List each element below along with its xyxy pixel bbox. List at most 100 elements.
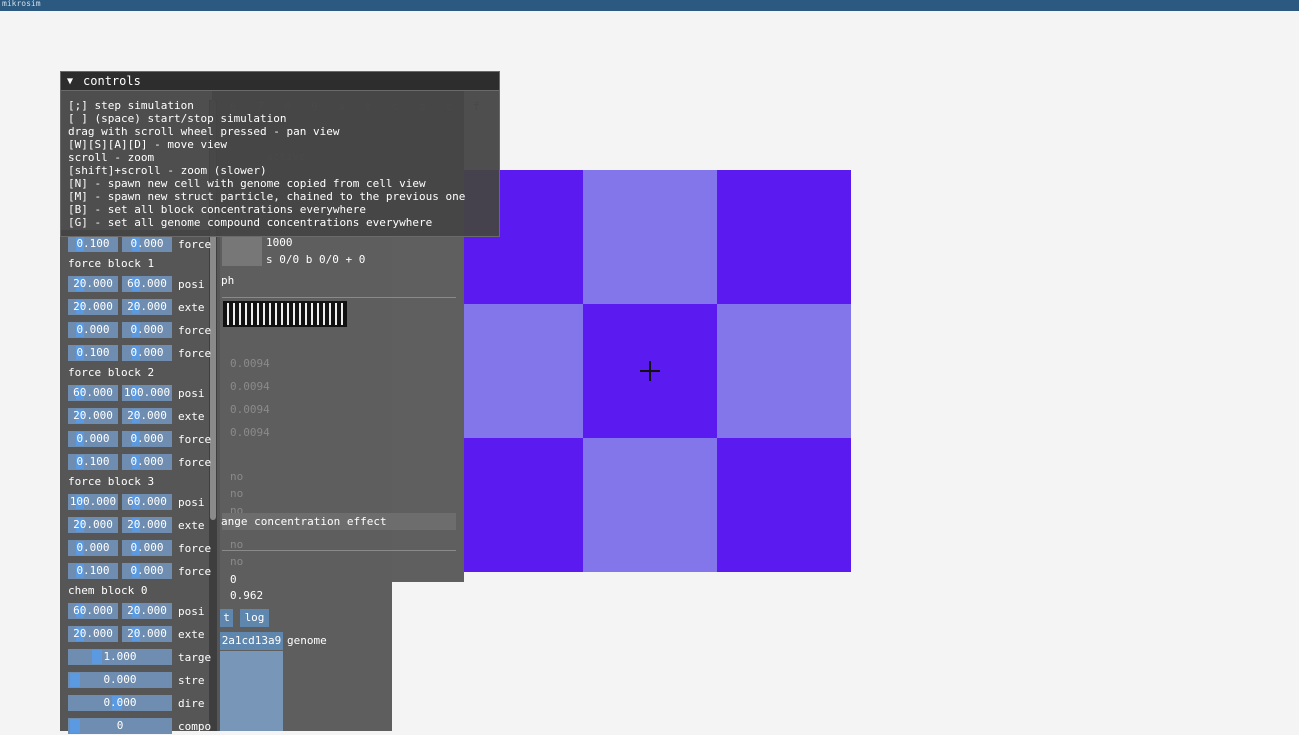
value-slider[interactable]: 100.000 <box>68 494 118 510</box>
slider-handle[interactable] <box>92 650 102 664</box>
value-slider[interactable]: 0.000 <box>122 431 172 447</box>
tile <box>717 438 851 572</box>
value-slider[interactable]: 20.000 <box>68 299 118 315</box>
param-row: 0.000 stre <box>68 671 205 689</box>
value-slider[interactable]: 0.000 <box>68 672 172 688</box>
param-row: 0.100 0.000 force <box>68 453 211 471</box>
slider-handle[interactable] <box>70 673 80 687</box>
param-row: 20.000 20.000 exte <box>68 625 205 643</box>
help-line: [ ] (space) start/stop simulation <box>68 112 287 125</box>
value-slider[interactable]: 20.000 <box>122 517 172 533</box>
graph-bar <box>311 303 313 325</box>
param-row: 60.000 100.000 posi <box>68 384 205 402</box>
slider-value: 20.000 <box>127 604 167 617</box>
slider-value: 20.000 <box>73 277 113 290</box>
param-label: posi <box>178 495 205 509</box>
log-button[interactable]: log <box>240 609 269 627</box>
help-line: scroll - zoom <box>68 151 155 164</box>
value-slider[interactable]: 0.100 <box>68 454 118 470</box>
value-slider[interactable]: 100.000 <box>122 385 172 401</box>
tile <box>463 438 583 572</box>
help-line: [M] - spawn new struct particle, chained… <box>68 190 466 203</box>
param-label: exte <box>178 627 205 641</box>
slider-value: 100.000 <box>69 495 117 508</box>
help-line: [;] step simulation <box>68 99 194 112</box>
value-slider[interactable]: 0.100 <box>68 236 118 252</box>
slider-value: 100.000 <box>123 386 171 399</box>
separator <box>222 550 456 551</box>
value-slider[interactable]: 0.000 <box>122 236 172 252</box>
slider-value: 60.000 <box>127 495 167 508</box>
value-slider[interactable]: 1.000 <box>68 649 172 665</box>
flag: no <box>230 538 244 551</box>
graph-bar <box>275 303 277 325</box>
collapse-triangle-icon[interactable]: ▼ <box>67 76 73 87</box>
value-slider[interactable]: 0.000 <box>68 695 172 711</box>
block-title: force block 3 <box>68 475 155 488</box>
genome-id-button[interactable]: 2a1cd13a9 <box>220 632 283 650</box>
value: 0.0094 <box>230 357 270 370</box>
value: 0.0094 <box>230 426 270 439</box>
slider-value: 0.000 <box>103 673 137 686</box>
t-button[interactable]: t <box>220 609 233 627</box>
graph-bar <box>293 303 295 325</box>
value-slider[interactable]: 20.000 <box>68 517 118 533</box>
value-slider[interactable]: 20.000 <box>68 626 118 642</box>
crosshair-icon <box>640 361 660 381</box>
param-label: exte <box>178 518 205 532</box>
value-slider[interactable]: 20.000 <box>122 603 172 619</box>
value-slider[interactable]: 60.000 <box>68 385 118 401</box>
value-slider[interactable]: 20.000 <box>122 408 172 424</box>
value-slider[interactable]: 20.000 <box>122 626 172 642</box>
slider-value: 0.000 <box>76 432 110 445</box>
tile <box>583 170 717 304</box>
param-label: force <box>178 237 212 251</box>
table-header-text: ange concentration effect <box>221 515 387 528</box>
value-slider[interactable]: 0.000 <box>68 540 118 556</box>
param-label: posi <box>178 604 205 618</box>
value-slider[interactable]: 60.000 <box>122 494 172 510</box>
slider-value: 60.000 <box>73 604 113 617</box>
controls-window[interactable]: ▼ controls [;] step simulation[ ] (space… <box>60 71 500 237</box>
param-label: posi <box>178 277 205 291</box>
param-row: 0.000 0.000 force <box>68 539 211 557</box>
value-slider[interactable]: 0.100 <box>68 563 118 579</box>
graph-bar <box>281 303 283 325</box>
block-title: chem block 0 <box>68 584 148 597</box>
value-slider[interactable]: 0.000 <box>122 345 172 361</box>
value-slider[interactable]: 0.000 <box>122 322 172 338</box>
value-slider[interactable]: 0.100 <box>68 345 118 361</box>
graph-bar <box>323 303 325 325</box>
value-slider[interactable]: 20.000 <box>68 276 118 292</box>
param-row: 60.000 20.000 posi <box>68 602 205 620</box>
value-slider[interactable]: 0.000 <box>122 563 172 579</box>
value-slider[interactable]: 0.000 <box>68 322 118 338</box>
value: 0.0094 <box>230 403 270 416</box>
param-row: 100.000 60.000 posi <box>68 493 205 511</box>
value-slider[interactable]: 60.000 <box>68 603 118 619</box>
value-slider[interactable]: 0.000 <box>122 454 172 470</box>
value-slider[interactable]: 0 <box>68 718 172 734</box>
param-label: force <box>178 455 212 469</box>
value-slider[interactable]: 20.000 <box>122 299 172 315</box>
param-row: 0.100 0.000 force <box>68 344 211 362</box>
slider-value: 0.000 <box>130 541 164 554</box>
value-1000: 1000 <box>266 236 293 249</box>
param-row: 0.000 dire <box>68 694 205 712</box>
param-row: 20.000 20.000 exte <box>68 516 205 534</box>
help-line: [shift]+scroll - zoom (slower) <box>68 164 267 177</box>
window-title: mikrosim <box>2 0 41 8</box>
value-slider[interactable]: 0.000 <box>122 540 172 556</box>
slider-value: 0.100 <box>76 564 110 577</box>
graph-bar <box>269 303 271 325</box>
param-label: posi <box>178 386 205 400</box>
value-slider[interactable]: 20.000 <box>68 408 118 424</box>
slider-value: 1.000 <box>103 650 137 663</box>
graph-bar <box>233 303 235 325</box>
value-slider[interactable]: 0.000 <box>68 431 118 447</box>
slider-value: 0.000 <box>76 323 110 336</box>
controls-header[interactable]: ▼ controls <box>61 72 499 91</box>
value-slider[interactable]: 60.000 <box>122 276 172 292</box>
flag: no <box>230 470 244 483</box>
param-label: force <box>178 323 212 337</box>
